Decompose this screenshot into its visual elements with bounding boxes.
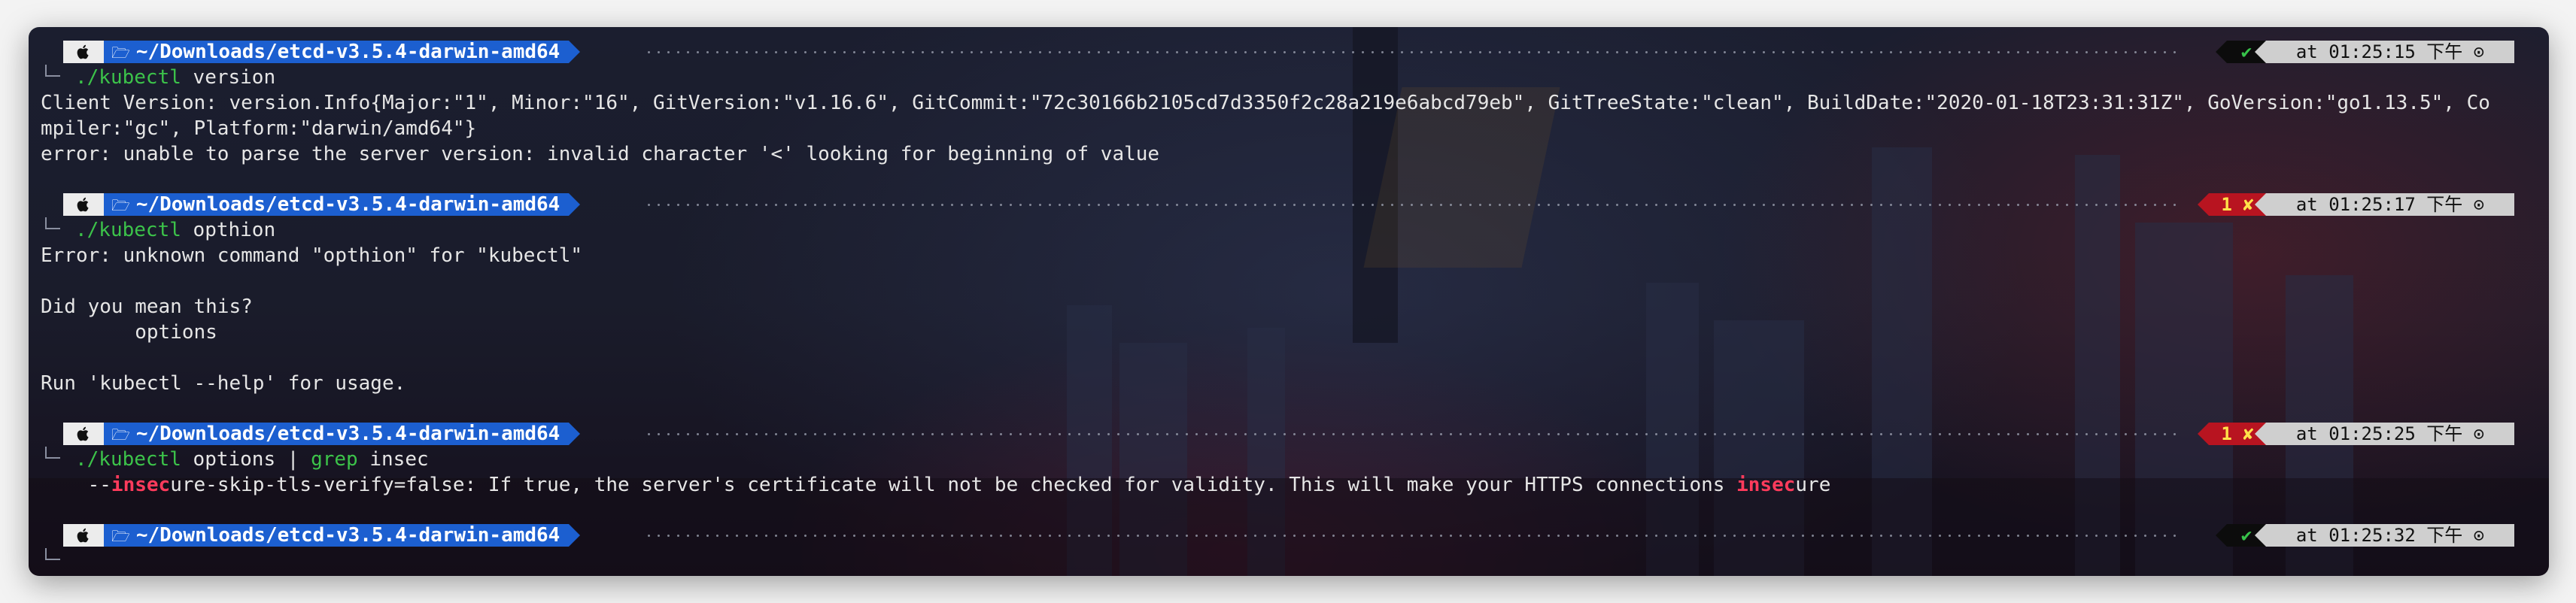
apple-logo-icon	[63, 41, 104, 63]
current-path: ~/Downloads/etcd-v3.5.4-darwin-amd64	[135, 524, 560, 547]
current-path: ~/Downloads/etcd-v3.5.4-darwin-amd64	[135, 41, 560, 63]
apple-logo-icon	[63, 423, 104, 445]
output-line: Run 'kubectl --help' for usage.	[41, 372, 406, 395]
folder-icon: 🗁	[111, 426, 130, 444]
prompt-connector	[45, 65, 60, 77]
path-segment: 🗁 ~/Downloads/etcd-v3.5.4-darwin-amd64	[104, 41, 581, 63]
prompt-filler-dots	[644, 535, 2183, 537]
command-line: ./kubectl version	[75, 66, 276, 89]
prompt-filler-dots	[644, 51, 2183, 53]
apple-logo-icon	[63, 193, 104, 216]
prompt-bar: 🗁 ~/Downloads/etcd-v3.5.4-darwin-amd64 ✔ …	[63, 41, 2514, 63]
current-path: ~/Downloads/etcd-v3.5.4-darwin-amd64	[135, 193, 560, 216]
timestamp-segment: at 01:25:25 下午 ⊙	[2255, 423, 2514, 445]
match-highlight: insec	[1736, 474, 1796, 496]
prompt-connector	[45, 217, 60, 229]
folder-icon: 🗁	[111, 44, 130, 62]
folder-icon: 🗁	[111, 196, 130, 214]
output-line: options	[41, 321, 217, 344]
timestamp-segment: at 01:25:17 下午 ⊙	[2255, 193, 2514, 216]
current-path: ~/Downloads/etcd-v3.5.4-darwin-amd64	[135, 423, 560, 445]
prompt-filler-dots	[644, 433, 2183, 435]
command-line: ./kubectl options | grep insec	[75, 448, 429, 471]
prompt-bar: 🗁 ~/Downloads/etcd-v3.5.4-darwin-amd64 1 …	[63, 193, 2514, 216]
prompt-connector	[45, 548, 60, 560]
output-line: Did you mean this?	[41, 295, 253, 318]
path-segment: 🗁 ~/Downloads/etcd-v3.5.4-darwin-amd64	[104, 193, 581, 216]
folder-icon: 🗁	[111, 527, 130, 545]
prompt-bar: 🗁 ~/Downloads/etcd-v3.5.4-darwin-amd64 ✔ …	[63, 524, 2514, 547]
terminal-window[interactable]: 🗁 ~/Downloads/etcd-v3.5.4-darwin-amd64 ✔ …	[29, 27, 2549, 576]
output-line: error: unable to parse the server versio…	[41, 143, 1160, 165]
timestamp-segment: at 01:25:32 下午 ⊙	[2255, 524, 2514, 547]
apple-logo-icon	[63, 524, 104, 547]
output-line: mpiler:"gc", Platform:"darwin/amd64"}	[41, 117, 477, 140]
timestamp-segment: at 01:25:15 下午 ⊙	[2255, 41, 2514, 63]
prompt-bar: 🗁 ~/Downloads/etcd-v3.5.4-darwin-amd64 1 …	[63, 423, 2514, 445]
output-line: Error: unknown command "opthion" for "ku…	[41, 244, 583, 267]
command-line: ./kubectl opthion	[75, 219, 276, 241]
path-segment: 🗁 ~/Downloads/etcd-v3.5.4-darwin-amd64	[104, 423, 581, 445]
path-segment: 🗁 ~/Downloads/etcd-v3.5.4-darwin-amd64	[104, 524, 581, 547]
output-line: --insecure-skip-tls-verify=false: If tru…	[41, 474, 1831, 496]
prompt-connector	[45, 447, 60, 459]
match-highlight: insec	[111, 474, 171, 496]
output-line: Client Version: version.Info{Major:"1", …	[41, 92, 2490, 114]
prompt-filler-dots	[644, 204, 2183, 206]
